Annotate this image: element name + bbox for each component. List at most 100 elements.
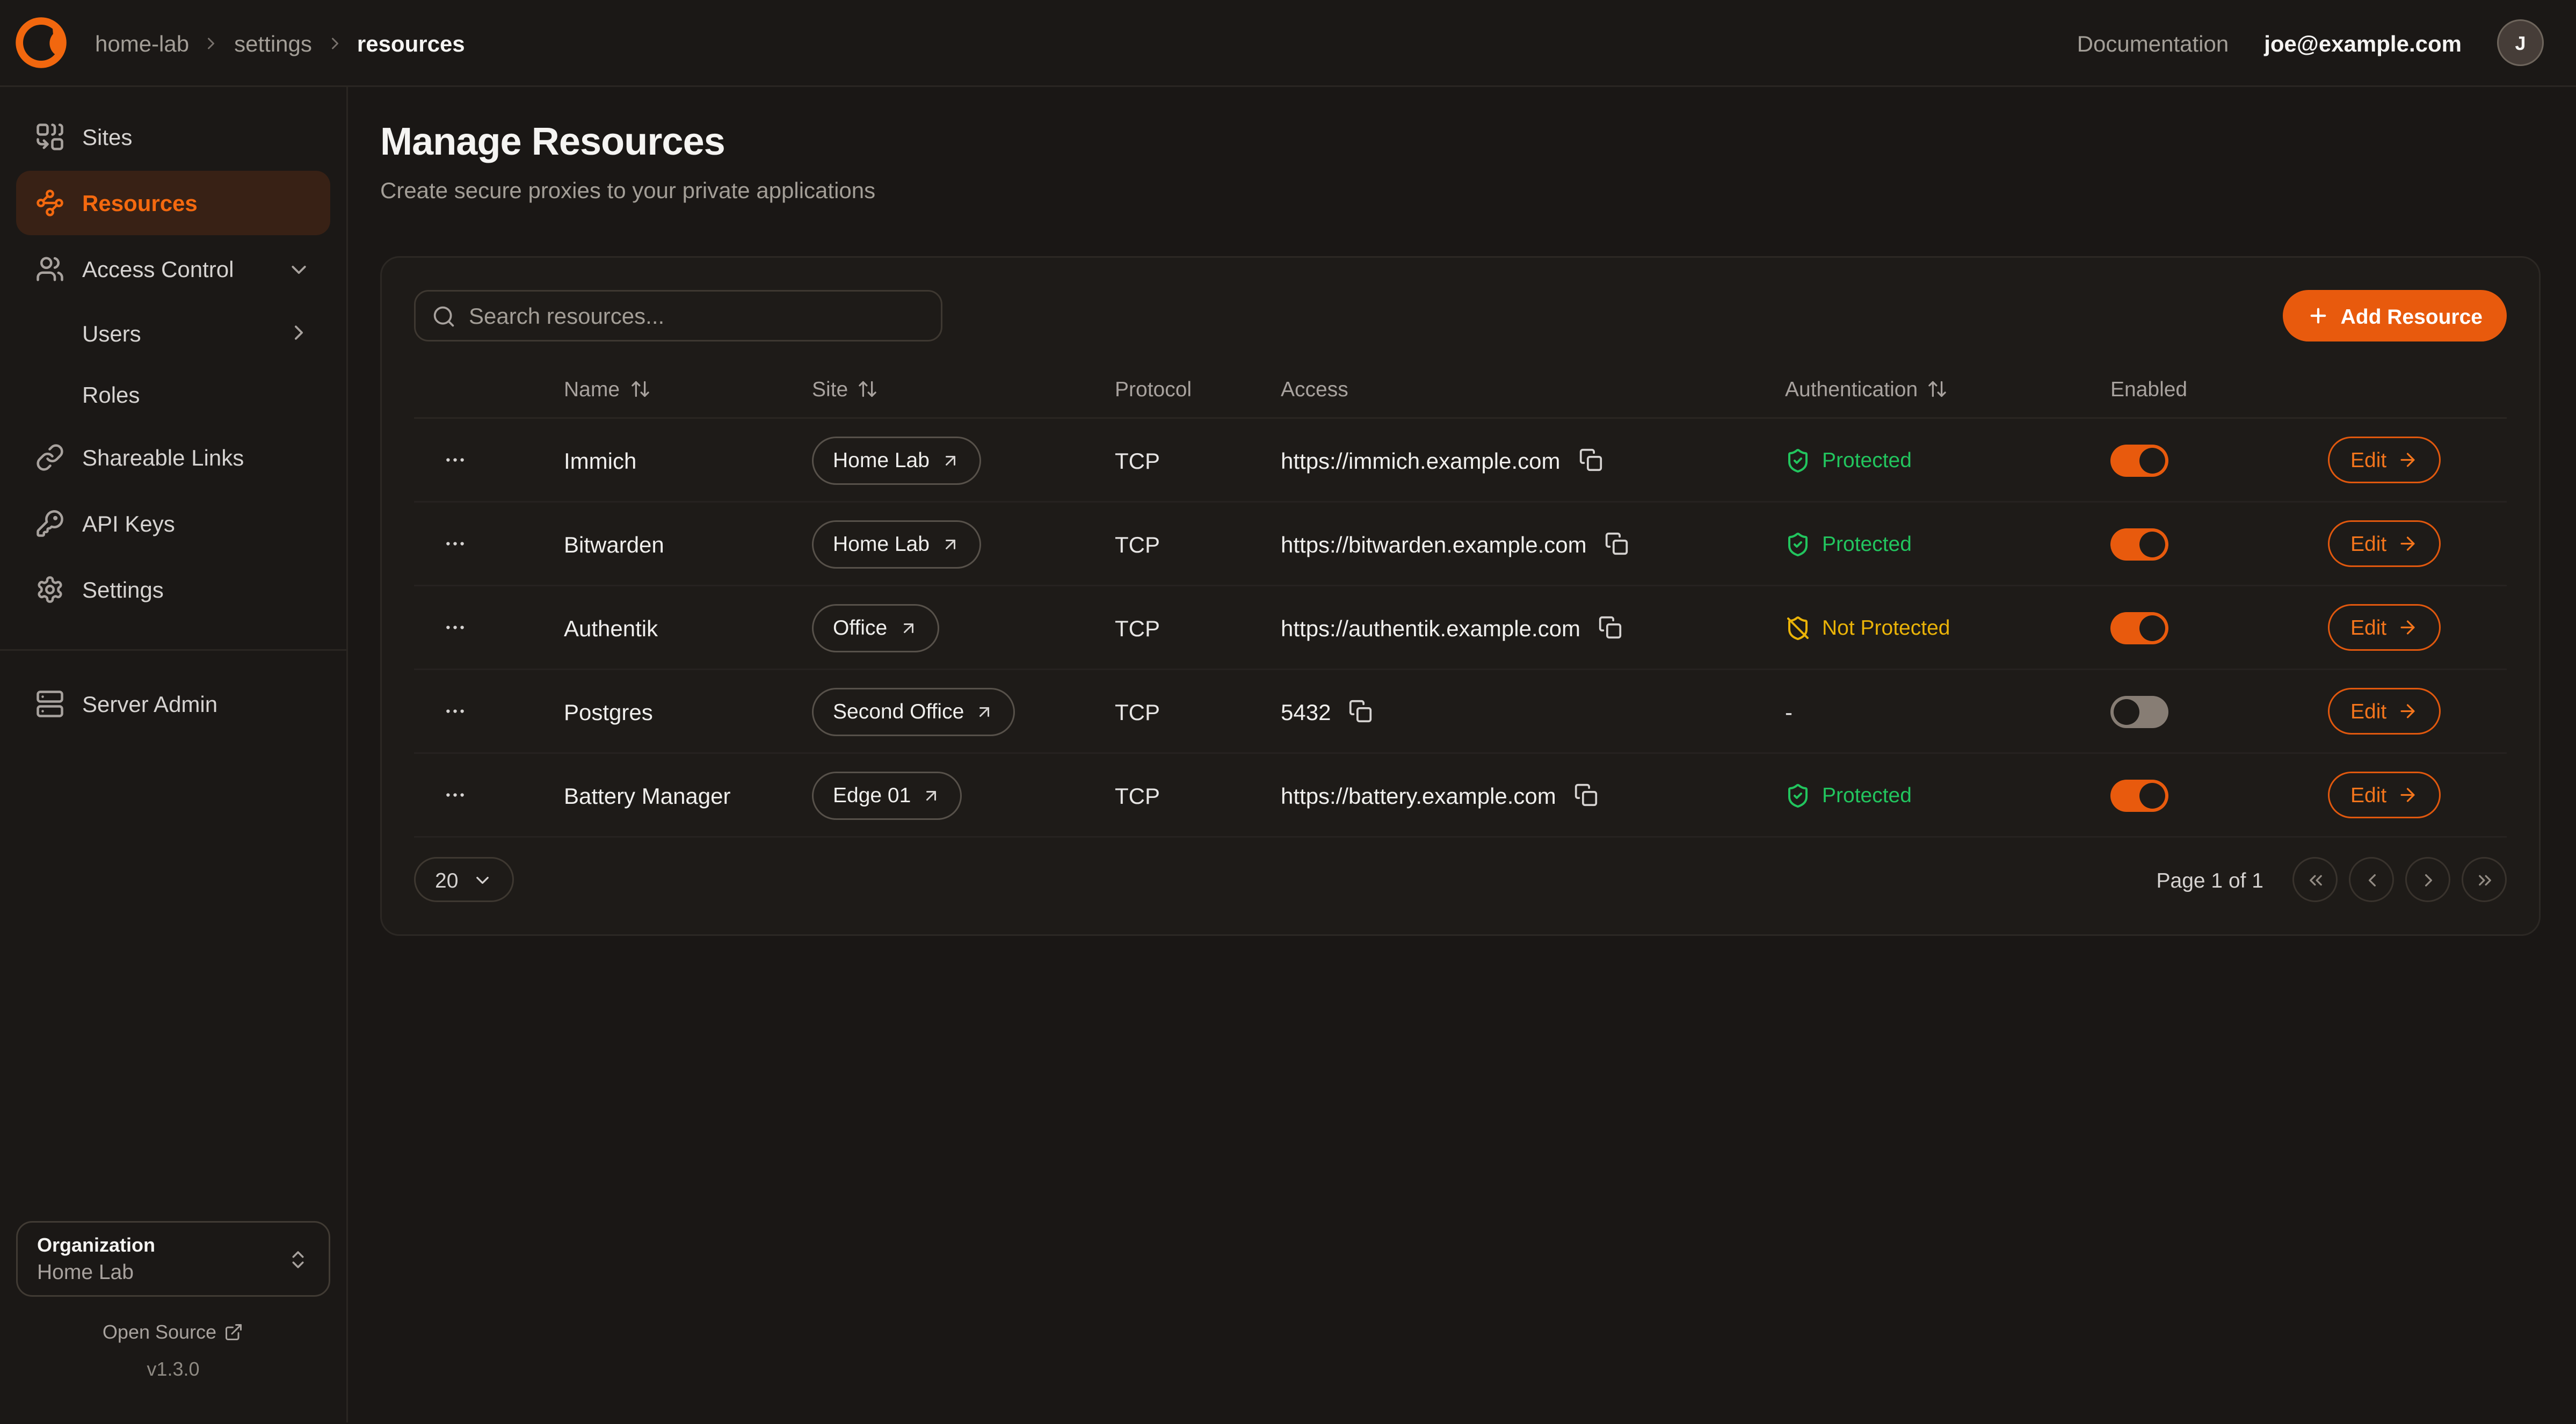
- enabled-toggle[interactable]: [2110, 528, 2168, 560]
- page-size-select[interactable]: 20: [414, 857, 514, 902]
- user-email[interactable]: joe@example.com: [2264, 30, 2462, 56]
- org-selector[interactable]: Organization Home Lab: [16, 1221, 330, 1297]
- copy-icon[interactable]: [1601, 528, 1632, 559]
- sidebar-item-label: Resources: [82, 190, 198, 216]
- resources-icon: [35, 188, 64, 217]
- chevrons-right-icon: [2474, 869, 2495, 890]
- row-menu-button[interactable]: [437, 776, 474, 813]
- column-header-name[interactable]: Name: [564, 377, 812, 401]
- toggle-knob: [2114, 699, 2139, 724]
- site-link-badge[interactable]: Second Office: [812, 687, 1015, 736]
- chevrons-left-icon: [2305, 869, 2326, 890]
- sidebar-item-access-control[interactable]: Access Control: [16, 237, 330, 301]
- copy-icon[interactable]: [1345, 696, 1376, 726]
- edit-button[interactable]: Edit: [2328, 772, 2441, 818]
- site-link-badge[interactable]: Home Lab: [812, 520, 981, 568]
- sidebar-item-users[interactable]: Users: [16, 303, 330, 362]
- site-link-badge[interactable]: Office: [812, 604, 939, 652]
- site-link-badge[interactable]: Home Lab: [812, 436, 981, 484]
- sidebar-item-label: Users: [82, 320, 141, 346]
- row-menu-button[interactable]: [437, 525, 474, 562]
- link-icon: [35, 443, 64, 472]
- sidebar-item-label: Server Admin: [82, 691, 217, 717]
- authentication-status: Protected: [1785, 447, 2110, 473]
- sort-icon: [629, 379, 650, 399]
- column-header-site[interactable]: Site: [812, 377, 1115, 401]
- edit-label: Edit: [2350, 615, 2386, 640]
- sidebar-item-resources[interactable]: Resources: [16, 171, 330, 235]
- search-input[interactable]: [469, 303, 925, 329]
- authentication-label: Protected: [1822, 532, 1912, 556]
- row-menu-button[interactable]: [437, 693, 474, 730]
- avatar[interactable]: J: [2497, 19, 2544, 66]
- breadcrumb-separator-icon: [325, 33, 344, 53]
- edit-button[interactable]: Edit: [2328, 437, 2441, 483]
- open-source-link[interactable]: Open Source: [16, 1321, 330, 1343]
- arrow-up-right-icon: [898, 618, 918, 637]
- app-window: home-lab settings resources Documentatio…: [0, 0, 2576, 1424]
- breadcrumb-resources: resources: [357, 30, 465, 56]
- chevron-right-icon: [2418, 869, 2439, 890]
- site-name: Office: [833, 615, 887, 640]
- enabled-toggle[interactable]: [2110, 612, 2168, 644]
- last-page-button[interactable]: [2462, 857, 2507, 902]
- arrow-up-right-icon: [975, 702, 995, 721]
- sidebar-divider: [0, 649, 346, 651]
- sidebar-item-sites[interactable]: Sites: [16, 105, 330, 169]
- authentication-status: Protected: [1785, 531, 2110, 557]
- row-menu-button[interactable]: [437, 609, 474, 646]
- sidebar-item-server-admin[interactable]: Server Admin: [16, 672, 330, 736]
- protocol-value: TCP: [1115, 782, 1281, 808]
- edit-button[interactable]: Edit: [2328, 520, 2441, 567]
- enabled-toggle[interactable]: [2110, 779, 2168, 811]
- sort-icon: [1927, 379, 1948, 399]
- table-header: Name Site Protocol Access Authentication…: [414, 361, 2507, 419]
- add-resource-label: Add Resource: [2341, 304, 2483, 328]
- main-content: Manage Resources Create secure proxies t…: [348, 87, 2576, 1422]
- table-row: Postgres Second Office TCP 5432 -: [414, 670, 2507, 754]
- access-value: https://battery.example.com: [1281, 782, 1556, 808]
- documentation-link[interactable]: Documentation: [2077, 30, 2229, 56]
- sidebar-item-api-keys[interactable]: API Keys: [16, 491, 330, 556]
- edit-button[interactable]: Edit: [2328, 604, 2441, 651]
- protocol-value: TCP: [1115, 699, 1281, 724]
- enabled-toggle[interactable]: [2110, 444, 2168, 476]
- copy-icon[interactable]: [1575, 445, 1606, 475]
- edit-label: Edit: [2350, 783, 2386, 807]
- copy-icon[interactable]: [1595, 612, 1626, 643]
- enabled-toggle[interactable]: [2110, 695, 2168, 728]
- edit-button[interactable]: Edit: [2328, 688, 2441, 735]
- org-selector-value: Home Lab: [37, 1260, 155, 1284]
- toggle-knob: [2139, 447, 2165, 473]
- column-header-authentication[interactable]: Authentication: [1785, 377, 2110, 401]
- authentication-label: Protected: [1822, 783, 1912, 807]
- sidebar-item-roles[interactable]: Roles: [16, 364, 330, 424]
- external-link-icon: [224, 1323, 244, 1342]
- sidebar-item-shareable-links[interactable]: Shareable Links: [16, 425, 330, 490]
- sidebar-item-label: API Keys: [82, 511, 175, 536]
- next-page-button[interactable]: [2405, 857, 2450, 902]
- breadcrumb-settings[interactable]: settings: [234, 30, 312, 56]
- chevrons-up-down-icon: [287, 1248, 309, 1270]
- previous-page-button[interactable]: [2349, 857, 2394, 902]
- first-page-button[interactable]: [2292, 857, 2338, 902]
- column-header-access: Access: [1281, 377, 1785, 401]
- breadcrumb-org[interactable]: home-lab: [95, 30, 189, 56]
- sidebar-item-settings[interactable]: Settings: [16, 557, 330, 622]
- shield-check-icon: [1785, 447, 1811, 473]
- access-value: 5432: [1281, 699, 1331, 724]
- resource-name: Bitwarden: [564, 531, 812, 557]
- row-menu-button[interactable]: [437, 441, 474, 478]
- sidebar-item-label: Shareable Links: [82, 445, 244, 470]
- copy-icon[interactable]: [1571, 780, 1601, 810]
- access-value: https://bitwarden.example.com: [1281, 531, 1587, 557]
- add-resource-button[interactable]: Add Resource: [2283, 290, 2507, 342]
- sites-icon: [35, 122, 64, 151]
- ellipsis-icon: [443, 783, 467, 807]
- breadcrumb: home-lab settings resources: [95, 30, 465, 56]
- sidebar-nav: Sites Resources Access Control: [16, 105, 330, 736]
- protocol-value: TCP: [1115, 531, 1281, 557]
- pangolin-logo[interactable]: [13, 14, 69, 71]
- site-link-badge[interactable]: Edge 01: [812, 771, 962, 819]
- edit-label: Edit: [2350, 448, 2386, 472]
